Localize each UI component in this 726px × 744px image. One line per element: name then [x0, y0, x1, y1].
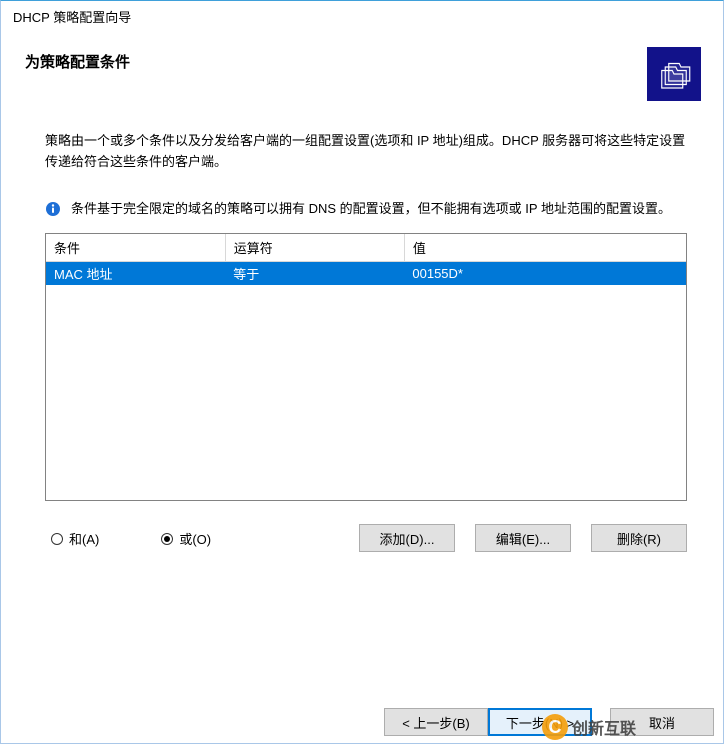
table-row[interactable]: MAC 地址 等于 00155D* [46, 262, 686, 286]
conditions-table[interactable]: 条件 运算符 值 MAC 地址 等于 00155D* [45, 233, 687, 501]
radio-or[interactable]: 或(O) [161, 529, 211, 548]
col-header-operator[interactable]: 运算符 [225, 234, 404, 262]
radio-and[interactable]: 和(A) [51, 529, 99, 548]
col-header-value[interactable]: 值 [404, 234, 686, 262]
add-button[interactable]: 添加(D)... [359, 524, 455, 552]
next-button[interactable]: 下一步(N) > [488, 708, 592, 736]
cell-operator: 等于 [225, 262, 404, 286]
radio-circle-icon [51, 533, 63, 545]
info-icon [45, 201, 61, 217]
radio-and-label: 和(A) [69, 529, 99, 548]
back-button[interactable]: < 上一步(B) [384, 708, 488, 736]
info-text: 条件基于完全限定的域名的策略可以拥有 DNS 的配置设置，但不能拥有选项或 IP… [71, 199, 671, 220]
description-text: 策略由一个或多个条件以及分发给客户端的一组配置设置(选项和 IP 地址)组成。D… [45, 131, 687, 173]
cell-condition: MAC 地址 [46, 262, 225, 286]
window-title: DHCP 策略配置向导 [1, 1, 723, 29]
radio-or-label: 或(O) [179, 529, 211, 548]
delete-button[interactable]: 删除(R) [591, 524, 687, 552]
wizard-window: DHCP 策略配置向导 为策略配置条件 策略由一个或多个条件以及分发给客户端的一… [0, 0, 724, 744]
wizard-icon [647, 47, 701, 101]
cancel-button[interactable]: 取消 [610, 708, 714, 736]
col-header-condition[interactable]: 条件 [46, 234, 225, 262]
page-heading: 为策略配置条件 [25, 47, 647, 72]
radio-circle-icon [161, 533, 173, 545]
folder-stack-icon [653, 53, 695, 95]
cell-value: 00155D* [404, 262, 686, 286]
edit-button[interactable]: 编辑(E)... [475, 524, 571, 552]
